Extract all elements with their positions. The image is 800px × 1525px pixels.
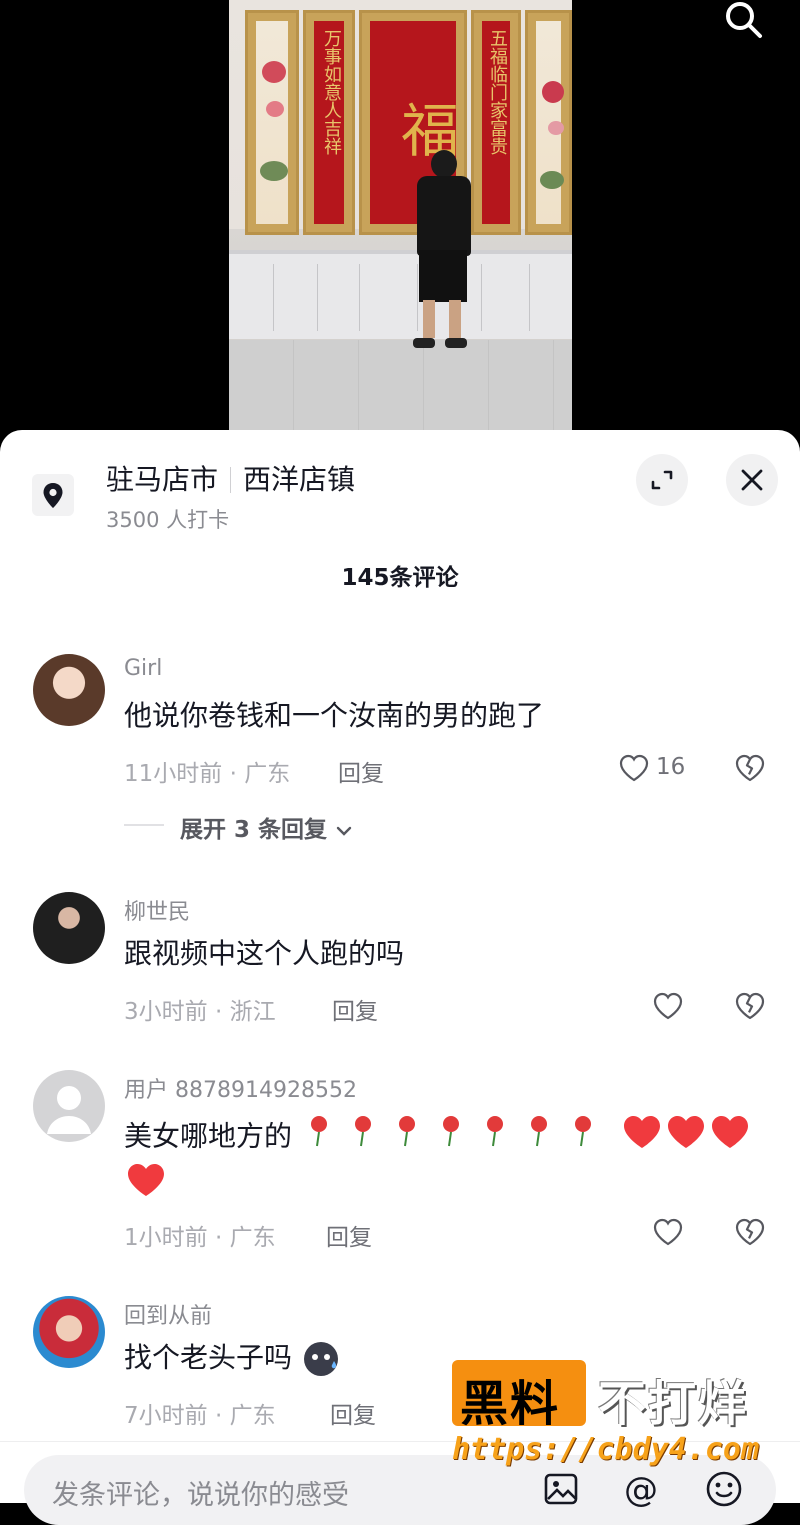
- comment-sheet: 驻马店市 西洋店镇 3500 人打卡 145条评论 Girl 他说你卷钱和一个汝南…: [0, 430, 800, 1503]
- heart-outline-icon: [653, 1218, 683, 1246]
- red-heart-icons: [623, 1116, 748, 1148]
- reply-button[interactable]: 回复: [326, 1218, 372, 1252]
- watermark-url: https://cbdy4.com: [452, 1432, 760, 1467]
- dislike-button[interactable]: [732, 750, 768, 786]
- couplet-left-text: 万事如意人吉祥: [321, 29, 342, 155]
- expand-button[interactable]: [636, 454, 688, 506]
- video-player[interactable]: 万事如意人吉祥 福 五福临门家富贵: [0, 0, 800, 440]
- expand-icon: [651, 470, 673, 490]
- comment-meta: 1小时前 · 广东: [124, 1225, 276, 1251]
- location-city: 驻马店市: [106, 463, 219, 496]
- comment-username[interactable]: 回到从前: [124, 1298, 212, 1330]
- comment-username[interactable]: 柳世民: [124, 894, 190, 926]
- heart-outline-icon: [653, 992, 683, 1020]
- dislike-button[interactable]: [732, 988, 768, 1024]
- watermark: 黑料 不打烊 https://cbdy4.com: [452, 1358, 772, 1478]
- like-count: 16: [656, 754, 686, 780]
- expand-divider: [124, 824, 164, 826]
- like-button[interactable]: [616, 750, 652, 786]
- comment-text: 跟视频中这个人跑的吗: [124, 937, 405, 970]
- dislike-button[interactable]: [732, 1214, 768, 1250]
- comment-text: 美女哪地方的: [124, 1112, 756, 1163]
- red-heart-icon: [124, 1160, 168, 1204]
- like-button[interactable]: [650, 988, 686, 1024]
- broken-heart-icon: [735, 754, 765, 782]
- search-icon[interactable]: [716, 0, 772, 44]
- location-title[interactable]: 驻马店市 西洋店镇: [106, 458, 355, 498]
- painting-right: [525, 10, 572, 235]
- watermark-brand-b: 不打烊: [598, 1376, 749, 1432]
- comment-meta: 3小时前 · 浙江: [124, 999, 276, 1025]
- reply-button[interactable]: 回复: [332, 992, 378, 1026]
- like-button[interactable]: [650, 1214, 686, 1250]
- comment-username[interactable]: Girl: [124, 656, 162, 681]
- location-pin-icon: [32, 474, 74, 516]
- default-avatar-icon[interactable]: [33, 1070, 105, 1142]
- couplet-right-text: 五福临门家富贵: [487, 29, 508, 155]
- red-hearts-row: [620, 1112, 756, 1163]
- rose-and-heart-icons: [310, 1116, 591, 1147]
- comment-username[interactable]: 用户 8878914928552: [124, 1072, 357, 1104]
- comment-meta: 11小时前 · 广东: [124, 761, 291, 787]
- comment-count: 145条评论: [341, 565, 459, 591]
- avatar[interactable]: [33, 1296, 105, 1368]
- comment-text: 他说你卷钱和一个汝南的男的跑了: [124, 699, 545, 732]
- sweat-emoji-icon: [303, 1342, 338, 1376]
- expand-replies-button[interactable]: 展开 3 条回复: [180, 810, 353, 844]
- broken-heart-icon: [735, 992, 765, 1020]
- comment-text-content: 找个老头子吗: [124, 1341, 293, 1374]
- checkin-count: 3500 人打卡: [106, 508, 230, 532]
- heart-outline-icon: [619, 754, 649, 782]
- close-icon: [741, 469, 763, 491]
- video-frame: 万事如意人吉祥 福 五福临门家富贵: [229, 0, 572, 440]
- watermark-brand-a: 黑料: [460, 1376, 561, 1432]
- painting-left: [245, 10, 299, 235]
- rose-emoji-row: [301, 1112, 611, 1163]
- location-separator: [230, 467, 232, 493]
- close-button[interactable]: [726, 454, 778, 506]
- comment-meta: 7小时前 · 广东: [124, 1403, 276, 1429]
- comment-text: 找个老头子吗: [124, 1338, 341, 1379]
- cabinet: [229, 250, 572, 339]
- comment-input[interactable]: 发条评论，说说你的感受: [52, 1473, 349, 1512]
- avatar[interactable]: [33, 892, 105, 964]
- floor: [229, 340, 572, 440]
- couplet-left: 万事如意人吉祥: [303, 10, 355, 235]
- avatar[interactable]: [33, 654, 105, 726]
- broken-heart-icon: [735, 1218, 765, 1246]
- location-town: 西洋店镇: [243, 463, 356, 496]
- reply-button[interactable]: 回复: [330, 1396, 376, 1430]
- reply-button[interactable]: 回复: [338, 754, 384, 788]
- expand-replies-label: 展开 3 条回复: [180, 817, 328, 843]
- person-figure: [409, 150, 479, 350]
- comment-text-content: 美女哪地方的: [124, 1119, 293, 1153]
- chevron-down-icon: [336, 826, 352, 836]
